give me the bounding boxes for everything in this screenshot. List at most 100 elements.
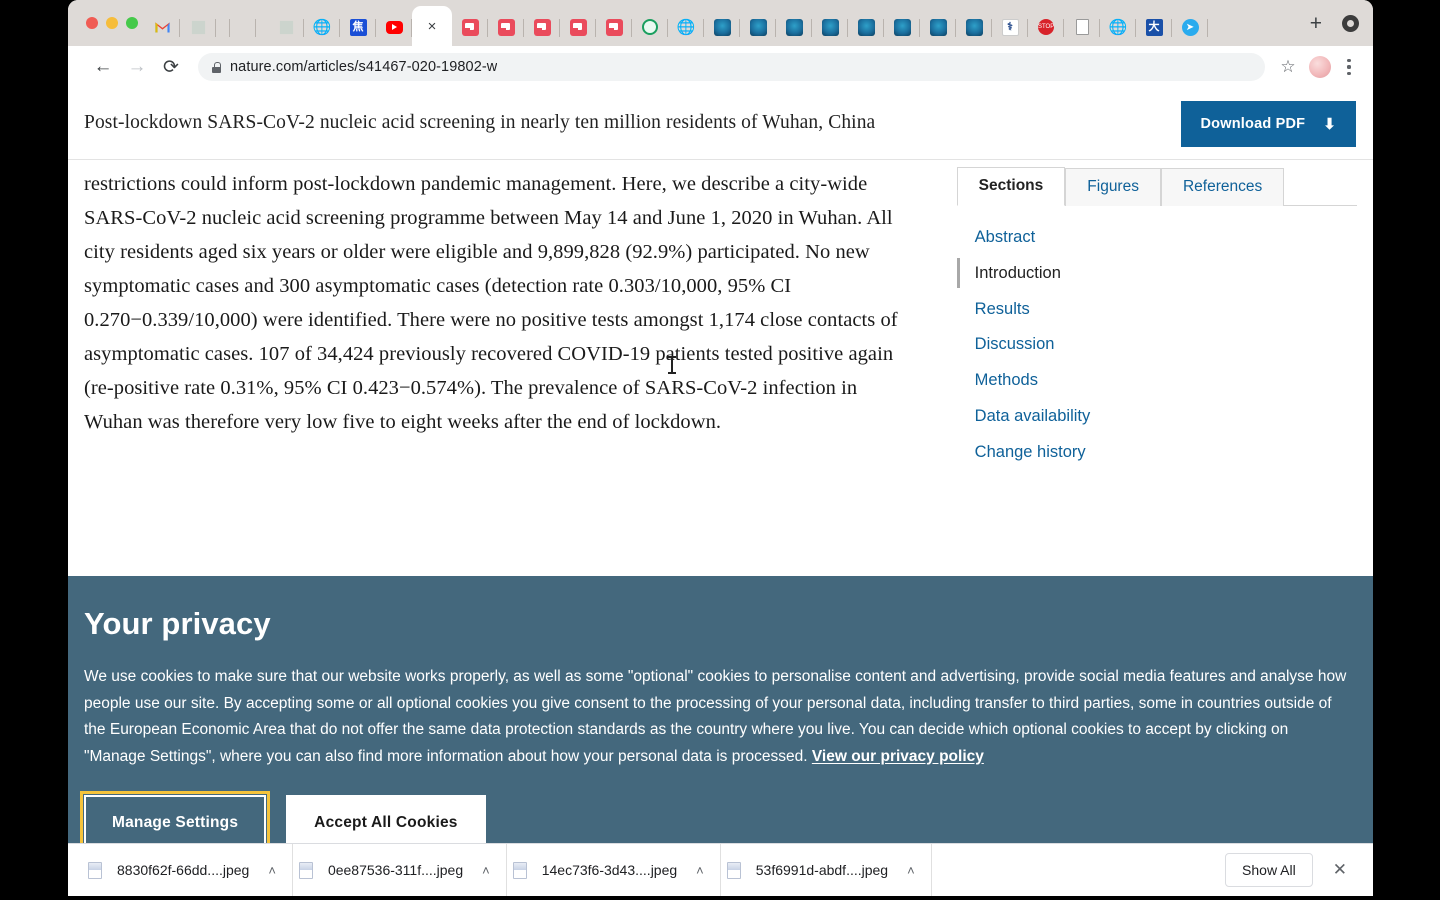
close-tab-icon[interactable]: ×: [428, 19, 437, 34]
minimize-window-button[interactable]: [106, 17, 118, 29]
maximize-window-button[interactable]: [126, 17, 138, 29]
teal-badge-icon: [749, 18, 767, 36]
url-text: nature.com/articles/s41467-020-19802-w: [230, 59, 498, 75]
download-items: 8830f62f-66dd....jpeg ˄ 0ee87536-311f....j…: [82, 843, 932, 896]
globe-icon: 🌐: [676, 18, 696, 36]
sidebar-item-change-history[interactable]: Change history: [957, 435, 1373, 471]
sheets-tab[interactable]: [180, 8, 216, 46]
doc-tab-5[interactable]: [596, 8, 632, 46]
cursor-tab[interactable]: [268, 8, 304, 46]
abstract-column: restrictions could inform post-lockdown …: [84, 160, 957, 576]
green-ring-tab[interactable]: [632, 8, 668, 46]
new-tab-button[interactable]: +: [1304, 13, 1328, 34]
gmail-tab[interactable]: [144, 8, 180, 46]
browser-tabs: 🌐 焦 × 🌐 ⚕ STOP 🌐 大 ➤: [144, 0, 1304, 46]
document-icon: [497, 18, 515, 36]
document-icon: [569, 18, 587, 36]
download-item[interactable]: 0ee87536-311f....jpeg ˄: [293, 843, 507, 896]
back-icon[interactable]: ←: [86, 50, 120, 84]
doc-tab-3[interactable]: [524, 8, 560, 46]
close-download-shelf-icon[interactable]: ✕: [1327, 860, 1353, 880]
page-title: Post-lockdown SARS-CoV-2 nucleic acid sc…: [84, 112, 876, 134]
teal-badge-icon: [857, 18, 875, 36]
youtube-tab[interactable]: [376, 8, 412, 46]
sidebar-item-results[interactable]: Results: [957, 292, 1373, 328]
teal-tab-2[interactable]: [740, 8, 776, 46]
teal-tab-7[interactable]: [920, 8, 956, 46]
globe-tab-2[interactable]: 🌐: [668, 8, 704, 46]
doc-tab-1[interactable]: [452, 8, 488, 46]
teal-tab-1[interactable]: [704, 8, 740, 46]
page-tab[interactable]: [1064, 8, 1100, 46]
privacy-body-copy: We use cookies to make sure that our web…: [84, 668, 1347, 765]
article-header: Post-lockdown SARS-CoV-2 nucleic acid sc…: [68, 88, 1373, 160]
chevron-up-icon[interactable]: ˄: [268, 863, 276, 878]
tab-strip: 🌐 焦 × 🌐 ⚕ STOP 🌐 大 ➤ +: [68, 0, 1373, 46]
chinese-news-tab[interactable]: 焦: [340, 8, 376, 46]
teal-tab-8[interactable]: [956, 8, 992, 46]
sidebar-item-introduction[interactable]: Introduction: [956, 256, 1373, 292]
teal-badge-icon: [713, 18, 731, 36]
download-file-name: 0ee87536-311f....jpeg: [327, 862, 464, 878]
active-tab[interactable]: ×: [412, 6, 452, 46]
forward-icon[interactable]: →: [120, 50, 154, 84]
medical-tab[interactable]: ⚕: [992, 8, 1028, 46]
download-item[interactable]: 8830f62f-66dd....jpeg ˄: [82, 843, 293, 896]
file-icon: [726, 861, 741, 879]
globe-tab-3[interactable]: 🌐: [1100, 8, 1136, 46]
stop-sign-icon: STOP: [1038, 19, 1054, 35]
sidebar-item-abstract[interactable]: Abstract: [957, 220, 1373, 256]
teal-badge-icon: [929, 18, 947, 36]
profile-avatar[interactable]: [1309, 56, 1331, 78]
browser-window: 🌐 焦 × 🌐 ⚕ STOP 🌐 大 ➤ + ← → ⟳ nature.com/articles…: [68, 0, 1373, 896]
page-icon: [1075, 19, 1089, 35]
caduceus-icon: ⚕: [1001, 18, 1019, 36]
chevron-up-icon[interactable]: ˄: [907, 863, 915, 878]
teal-tab-5[interactable]: [848, 8, 884, 46]
globe-tab-1[interactable]: 🌐: [304, 8, 340, 46]
globe-icon: 🌐: [312, 18, 332, 36]
download-shelf: 8830f62f-66dd....jpeg ˄ 0ee87536-311f....j…: [68, 843, 1373, 896]
spacer-tab-2[interactable]: [242, 8, 268, 46]
chevron-up-icon[interactable]: ˄: [482, 863, 490, 878]
show-all-downloads-button[interactable]: Show All: [1225, 853, 1313, 887]
file-icon: [88, 861, 102, 879]
teal-tab-6[interactable]: [884, 8, 920, 46]
download-pdf-label: Download PDF: [1200, 115, 1306, 132]
doc-tab-4[interactable]: [560, 8, 596, 46]
bookmark-star-icon[interactable]: ☆: [1273, 57, 1303, 77]
chrome-menu-icon[interactable]: [1339, 59, 1359, 75]
green-ring-icon: [642, 19, 658, 35]
stop-tab[interactable]: STOP: [1028, 8, 1064, 46]
teal-badge-icon: [821, 18, 839, 36]
spacer-tab-1[interactable]: [216, 8, 242, 46]
tab-search-icon[interactable]: [1342, 14, 1359, 32]
download-item[interactable]: 53f6991d-abdf....jpeg ˄: [721, 843, 932, 896]
teal-tab-4[interactable]: [812, 8, 848, 46]
tab-figures[interactable]: Figures: [1065, 168, 1161, 206]
browser-toolbar: ← → ⟳ nature.com/articles/s41467-020-198…: [68, 46, 1373, 88]
tab-references[interactable]: References: [1160, 168, 1285, 206]
sidebar-section-list: Abstract Introduction Results Discussion Met…: [956, 220, 1373, 471]
sidebar-item-methods[interactable]: Methods: [957, 363, 1373, 399]
doc-tab-2[interactable]: [488, 8, 524, 46]
abstract-paragraph: restrictions could inform post-lockdown …: [84, 173, 898, 433]
sidebar-item-discussion[interactable]: Discussion: [957, 327, 1373, 363]
tab-sections[interactable]: Sections: [956, 167, 1066, 206]
lock-icon: [212, 61, 221, 73]
close-window-button[interactable]: [86, 17, 98, 29]
teal-tab-3[interactable]: [776, 8, 812, 46]
teal-badge-icon: [785, 18, 803, 36]
download-shelf-actions: Show All ✕: [1225, 853, 1361, 887]
privacy-policy-link[interactable]: View our privacy policy: [812, 748, 984, 765]
telegram-icon: ➤: [1181, 18, 1199, 36]
reload-icon[interactable]: ⟳: [154, 50, 188, 84]
download-file-name: 14ec73f6-3d43....jpeg: [541, 862, 678, 878]
telegram-tab[interactable]: ➤: [1172, 8, 1208, 46]
chevron-up-icon[interactable]: ˄: [696, 863, 704, 878]
download-pdf-button[interactable]: Download PDF ⬇: [1180, 100, 1356, 147]
download-item[interactable]: 14ec73f6-3d43....jpeg ˄: [507, 843, 721, 896]
sidebar-item-data-availability[interactable]: Data availability: [957, 399, 1373, 435]
blue-figure-tab[interactable]: 大: [1136, 8, 1172, 46]
address-bar[interactable]: nature.com/articles/s41467-020-19802-w: [198, 53, 1265, 81]
